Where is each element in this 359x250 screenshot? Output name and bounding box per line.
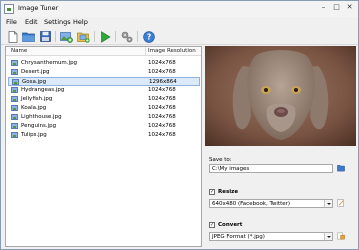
chevron-down-icon[interactable] — [324, 233, 332, 240]
list-item[interactable]: Lighthouse.jpg 1024x768 — [8, 113, 200, 122]
file-resolution: 1024x768 — [148, 123, 176, 129]
image-file-icon — [12, 79, 19, 85]
list-item[interactable]: Tulips.jpg 1024x768 — [8, 131, 200, 140]
list-item-selected[interactable]: Gosa.jpg 1296x864 — [8, 77, 200, 86]
file-resolution: 1024x768 — [148, 114, 176, 120]
menu-settings[interactable]: Settings — [44, 18, 71, 26]
file-name: Koala.jpg — [21, 105, 47, 111]
file-name: Lighthouse.jpg — [21, 114, 62, 120]
edit-resize-icon[interactable] — [337, 199, 345, 207]
image-file-icon — [11, 87, 18, 93]
list-item[interactable]: Chrysanthemum.jpg 1024x768 — [8, 59, 200, 68]
browse-folder-icon[interactable] — [337, 164, 345, 172]
app-logo-icon — [4, 4, 14, 14]
resize-checkbox[interactable]: ✓ — [209, 189, 215, 195]
menu-edit[interactable]: Edit — [25, 18, 38, 26]
chevron-down-icon[interactable] — [324, 200, 332, 207]
file-resolution: 1024x768 — [148, 132, 176, 138]
file-resolution: 1024x768 — [148, 105, 176, 111]
column-header-resolution[interactable]: Image Resolution — [148, 48, 196, 54]
list-header: Name Image Resolution — [6, 47, 201, 56]
image-file-icon — [11, 114, 18, 120]
column-header-name[interactable]: Name — [11, 48, 27, 54]
image-file-icon — [11, 132, 18, 138]
convert-select[interactable]: JPEG Format (*.jpg) — [209, 232, 333, 241]
list-item[interactable]: Desert.jpg 1024x768 — [8, 68, 200, 77]
resize-value: 640x480 (Facebook, Twitter) — [212, 201, 291, 207]
window-title: Image Tuner — [18, 4, 59, 12]
close-icon[interactable]: ✕ — [345, 3, 354, 12]
menu-help[interactable]: Help — [73, 18, 88, 26]
toolbar-separator — [94, 31, 95, 42]
file-name: Penguins.jpg — [21, 123, 57, 129]
list-item[interactable]: Koala.jpg 1024x768 — [8, 104, 200, 113]
app-window: Image Tuner – □ ✕ File Edit Settings Hel… — [0, 0, 359, 250]
new-icon[interactable] — [6, 30, 19, 43]
toolbar-separator — [115, 31, 116, 42]
file-resolution: 1024x768 — [148, 60, 176, 66]
menu-bar: File Edit Settings Help — [1, 17, 358, 28]
image-preview — [205, 46, 356, 146]
minimize-icon[interactable]: – — [319, 3, 328, 12]
file-name: Jellyfish.jpg — [21, 96, 53, 102]
resize-select[interactable]: 640x480 (Facebook, Twitter) — [209, 199, 333, 208]
list-item[interactable]: Hydrangeas.jpg 1024x768 — [8, 86, 200, 95]
svg-text:?: ? — [146, 32, 150, 41]
image-file-icon — [11, 60, 18, 66]
image-file-icon — [11, 69, 18, 75]
save-icon[interactable] — [39, 30, 52, 43]
add-images-icon[interactable] — [60, 30, 73, 43]
file-resolution: 1024x768 — [148, 96, 176, 102]
file-resolution: 1296x864 — [149, 79, 177, 85]
file-list[interactable]: Name Image Resolution Chrysanthemum.jpg … — [5, 46, 202, 247]
list-item[interactable]: Penguins.jpg 1024x768 — [8, 122, 200, 131]
add-folder-icon[interactable] — [77, 30, 90, 43]
save-to-field[interactable]: C:\My images — [209, 164, 333, 173]
toolbar: ? — [1, 28, 358, 45]
file-name: Gosa.jpg — [22, 79, 47, 85]
convert-value: JPEG Format (*.jpg) — [212, 234, 265, 240]
open-folder-icon[interactable] — [22, 30, 35, 43]
file-resolution: 1024x768 — [148, 69, 176, 75]
title-bar: Image Tuner – □ ✕ — [1, 1, 358, 17]
toolbar-separator — [55, 31, 56, 42]
edit-format-icon[interactable] — [337, 232, 345, 240]
convert-label: Convert — [218, 222, 243, 228]
file-name: Desert.jpg — [21, 69, 50, 75]
list-item[interactable]: Jellyfish.jpg 1024x768 — [8, 95, 200, 104]
dog-photo — [205, 46, 356, 146]
image-file-icon — [11, 123, 18, 129]
file-name: Tulips.jpg — [21, 132, 47, 138]
resize-label: Resize — [218, 189, 239, 195]
menu-file[interactable]: File — [6, 18, 17, 26]
convert-checkbox[interactable]: ✓ — [209, 222, 215, 228]
file-name: Chrysanthemum.jpg — [21, 60, 78, 66]
settings-icon[interactable] — [120, 30, 133, 43]
file-resolution: 1024x768 — [148, 87, 176, 93]
run-icon[interactable] — [99, 30, 112, 43]
image-file-icon — [11, 96, 18, 102]
file-name: Hydrangeas.jpg — [21, 87, 65, 93]
maximize-icon[interactable]: □ — [332, 3, 341, 12]
help-icon[interactable]: ? — [142, 30, 155, 43]
toolbar-separator — [137, 31, 138, 42]
image-file-icon — [11, 105, 18, 111]
column-divider[interactable] — [145, 47, 146, 56]
save-to-label: Save to: — [209, 157, 232, 163]
